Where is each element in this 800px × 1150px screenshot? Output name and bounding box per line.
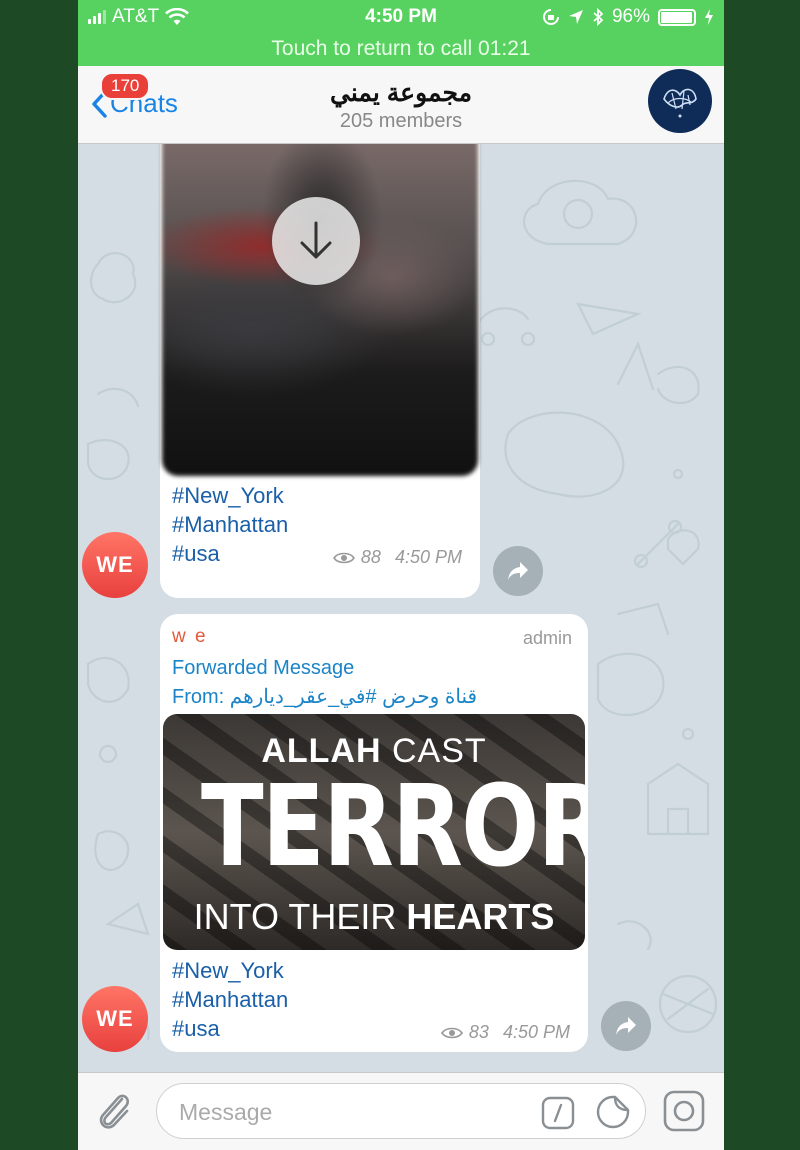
forwarded-label: Forwarded Message xyxy=(172,657,355,679)
eye-icon xyxy=(440,1027,463,1038)
sender-avatar[interactable]: WE xyxy=(82,532,148,598)
return-to-call-banner[interactable]: Touch to return to call 01:21 xyxy=(78,37,724,61)
eye-icon xyxy=(332,552,355,563)
arrow-down-icon xyxy=(300,221,332,259)
chat-header: Chats 170 مجموعة يمني 205 members xyxy=(78,66,724,144)
share-arrow-icon xyxy=(616,1017,636,1035)
poster-headline: TERROR xyxy=(200,762,585,892)
camera-button[interactable] xyxy=(662,1089,706,1138)
battery-percent: 96% xyxy=(611,6,650,27)
message-list[interactable]: #New_York #Manhattan #usa 88 4:50 PM WE … xyxy=(78,144,724,1072)
video-thumbnail[interactable] xyxy=(162,144,478,476)
hashtag-link[interactable]: #usa xyxy=(172,1014,288,1043)
message-hashtags: #New_York #Manhattan #usa xyxy=(172,481,288,568)
message-meta: 83 4:50 PM xyxy=(440,1022,570,1043)
message-input[interactable]: Message xyxy=(156,1083,646,1139)
sender-name[interactable]: w e xyxy=(172,626,208,648)
download-button[interactable] xyxy=(272,197,360,285)
view-count: 83 xyxy=(468,1022,489,1042)
bluetooth-icon xyxy=(593,8,604,26)
poster-text: ALLAH CAST TERROR INTO THEIR HEARTS xyxy=(163,714,585,950)
message-placeholder: Message xyxy=(179,1099,273,1125)
hashtag-link[interactable]: #New_York xyxy=(172,956,288,985)
poster-word-bold: HEARTS xyxy=(406,896,555,937)
sender-avatar[interactable]: WE xyxy=(82,986,148,1052)
camera-icon xyxy=(663,1090,705,1132)
calligraphy-logo-icon xyxy=(663,88,697,118)
battery-icon xyxy=(658,8,696,26)
message-meta: 88 4:50 PM xyxy=(332,547,462,568)
forwarded-from-link[interactable]: From: قناة وحرض #في_عقر_ديارهم xyxy=(172,684,477,709)
poster-image[interactable]: ALLAH CAST TERROR INTO THEIR HEARTS xyxy=(163,714,585,950)
message-bubble[interactable]: #New_York #Manhattan #usa 88 4:50 PM xyxy=(160,144,480,598)
member-count: 205 members xyxy=(339,110,463,132)
share-button[interactable] xyxy=(493,546,543,596)
admin-label: admin xyxy=(522,628,572,648)
share-arrow-icon xyxy=(508,562,528,580)
hashtag-link[interactable]: #Manhattan xyxy=(172,510,288,539)
chat-title[interactable]: مجموعة يمني xyxy=(78,78,724,108)
group-avatar[interactable] xyxy=(648,69,712,133)
sticker-button[interactable] xyxy=(595,1094,631,1135)
phone-screen: AT&T 4:50 PM 96% Touch to return to call… xyxy=(78,0,724,1150)
view-count: 88 xyxy=(360,547,381,567)
status-bar[interactable]: AT&T 4:50 PM 96% Touch to return to call… xyxy=(78,0,724,66)
charging-icon xyxy=(705,9,713,25)
bot-command-button[interactable] xyxy=(541,1096,575,1135)
share-button[interactable] xyxy=(601,1001,651,1051)
hashtag-link[interactable]: #New_York xyxy=(172,481,288,510)
message-time: 4:50 PM xyxy=(502,1022,570,1042)
composer-bar: Message xyxy=(78,1072,724,1150)
attach-button[interactable] xyxy=(94,1089,134,1138)
screen-lock-icon xyxy=(542,9,559,25)
slash-command-icon xyxy=(541,1096,575,1130)
hashtag-link[interactable]: #Manhattan xyxy=(172,985,288,1014)
sticker-icon xyxy=(596,1095,630,1129)
message-hashtags: #New_York #Manhattan #usa xyxy=(172,956,288,1043)
message-time: 4:50 PM xyxy=(394,547,462,567)
poster-word: INTO THEIR xyxy=(193,896,407,937)
hashtag-link[interactable]: #usa xyxy=(172,539,288,568)
paperclip-icon xyxy=(99,1094,129,1129)
message-bubble[interactable]: w e admin Forwarded Message From: قناة و… xyxy=(160,614,588,1052)
location-icon xyxy=(568,10,583,24)
